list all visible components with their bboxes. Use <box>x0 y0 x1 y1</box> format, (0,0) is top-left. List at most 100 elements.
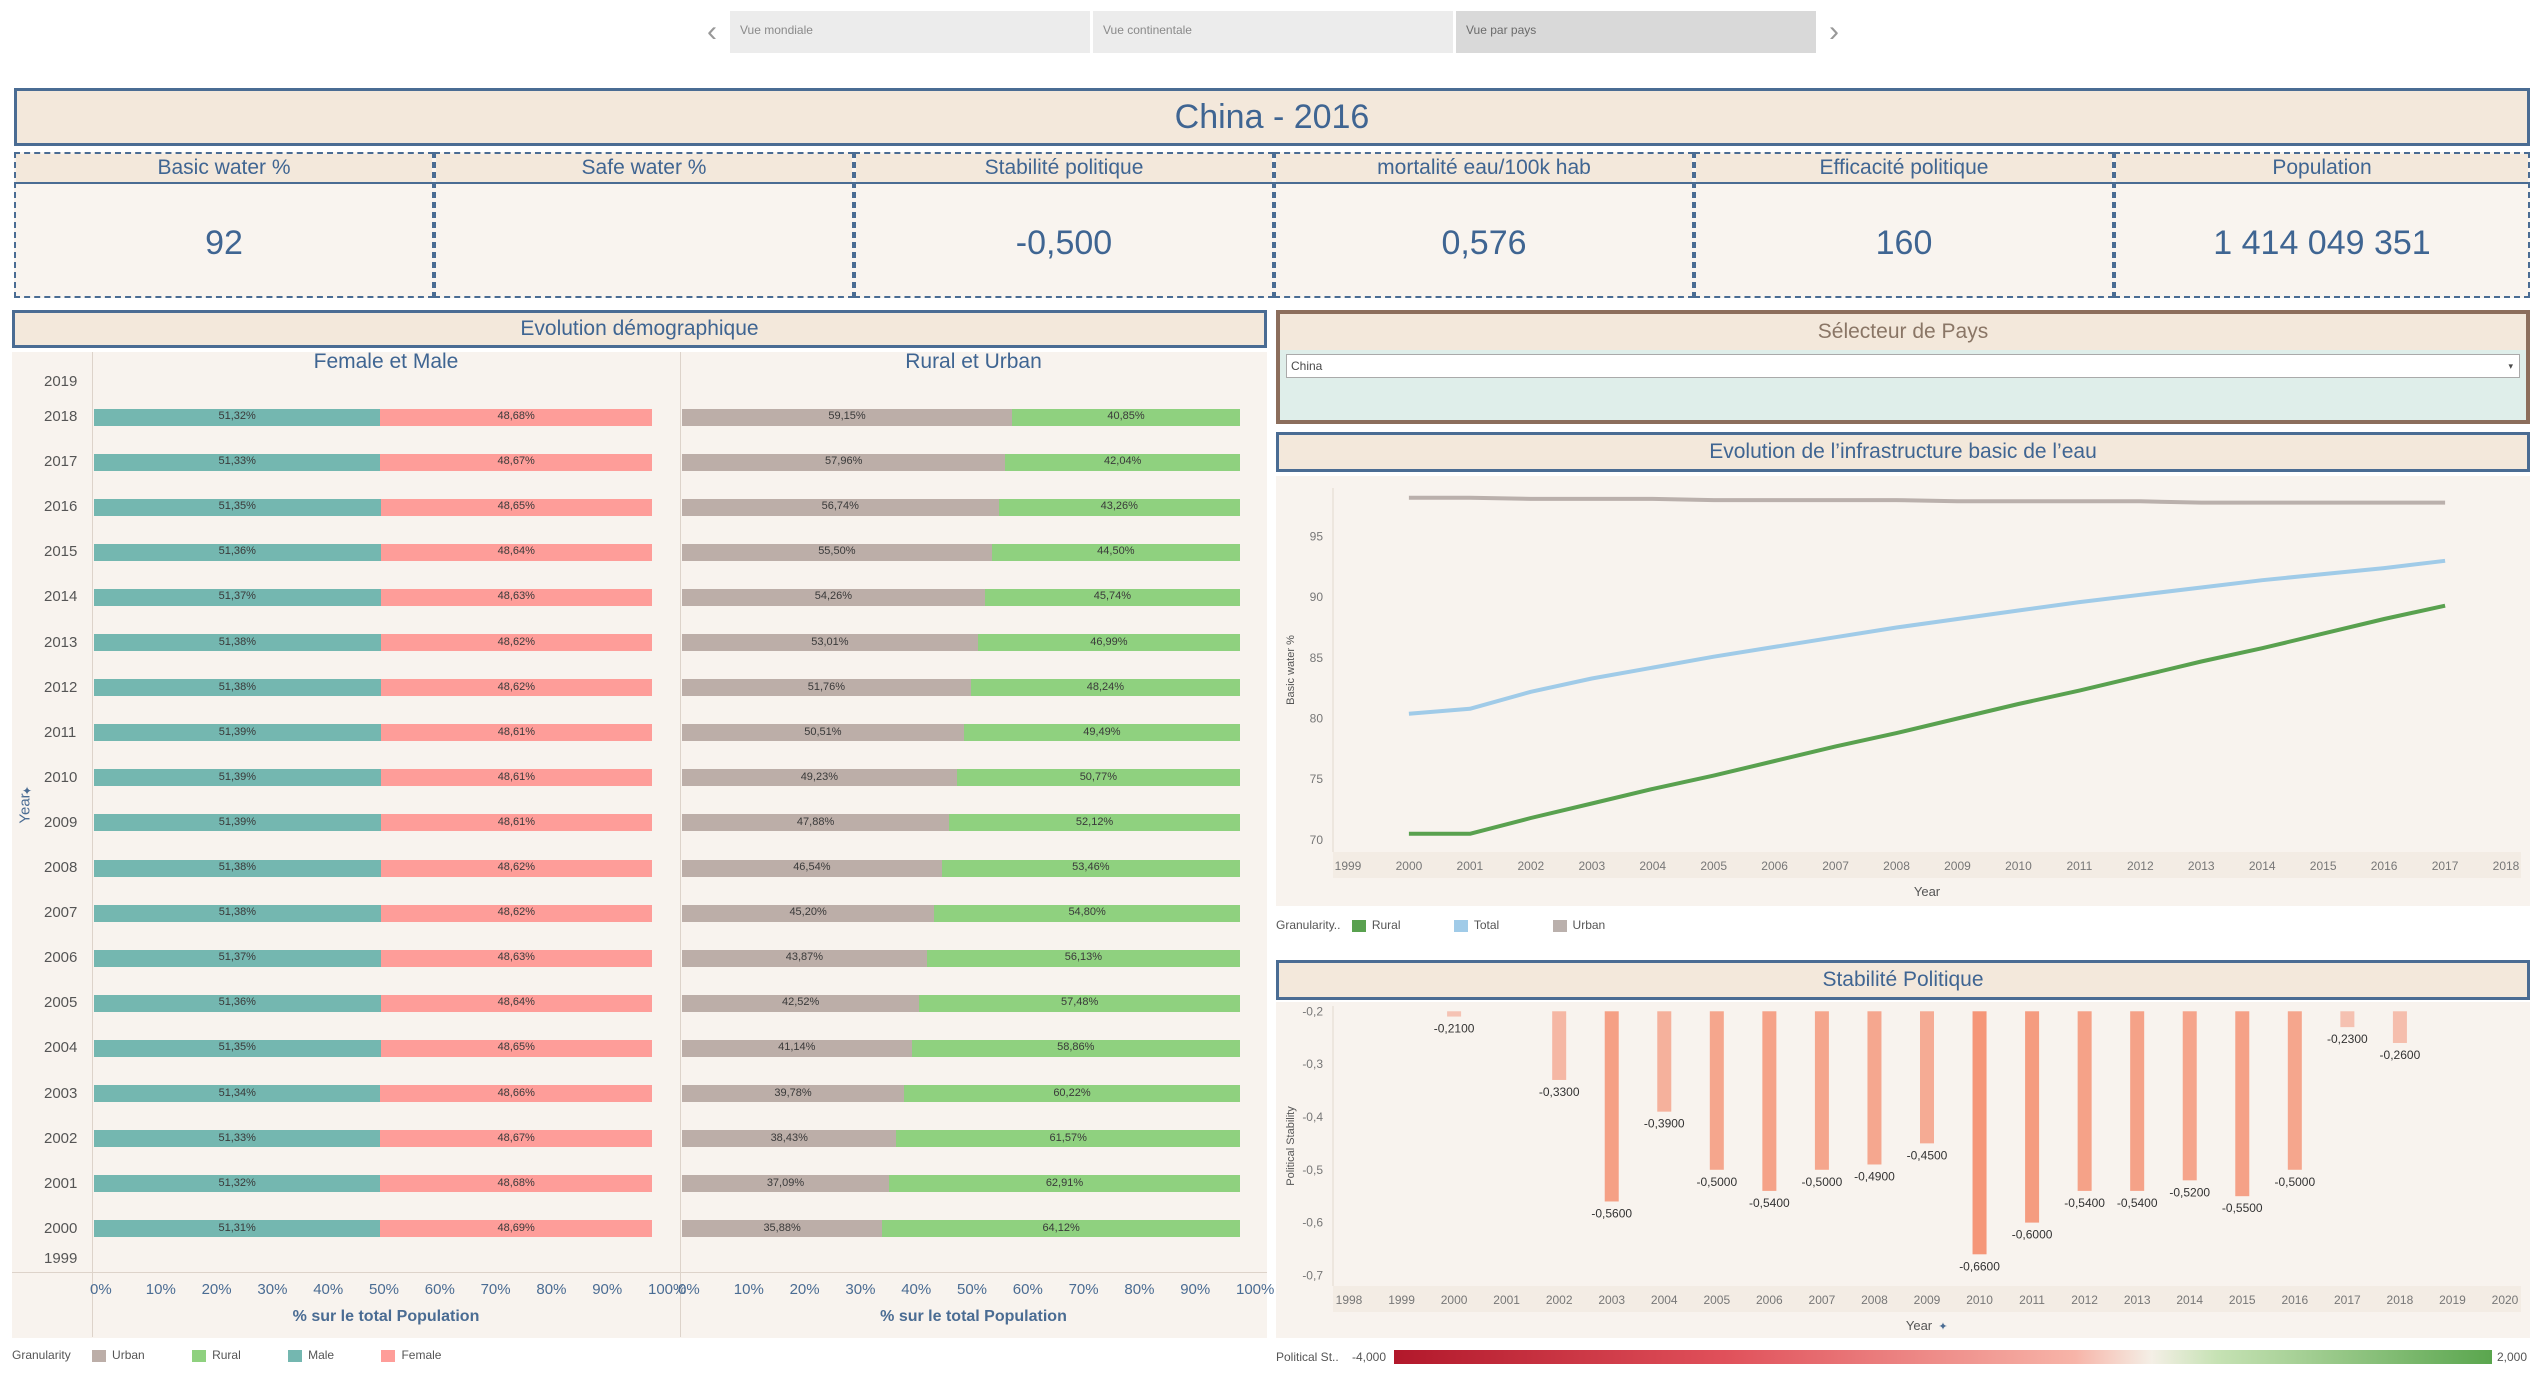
x-tick-label: 2015 <box>2229 1293 2256 1307</box>
bar-value-label: 50,51% <box>804 725 842 738</box>
stability-chart: -0,2 -0,3 -0,4 -0,5 -0,6 -0,7 1998 1999 2000 2001… <box>1285 1004 2521 1333</box>
year-label: 2015 <box>44 543 78 561</box>
x-tick-label: 2015 <box>2310 859 2337 873</box>
year-label: 2000 <box>44 1219 78 1237</box>
chevron-down-icon[interactable]: ▾ <box>2508 355 2513 377</box>
x-tick-label: 2011 <box>2066 859 2092 873</box>
bar <box>2287 1011 2302 1170</box>
bar-value-label: -0,5400 <box>2117 1196 2158 1210</box>
kpi-safe-water: Safe water % <box>434 152 854 298</box>
year-label: 2001 <box>44 1174 78 1192</box>
kpi-value: 160 <box>1875 224 1933 262</box>
bar-value-label: 48,66% <box>497 1086 535 1099</box>
tab-vue-mondiale[interactable]: Vue mondiale <box>730 11 1090 53</box>
bar-value-label: 38,43% <box>770 1131 808 1144</box>
bar-value-label: 51,38% <box>218 861 256 873</box>
y-tick-label: -0,7 <box>1302 1268 1323 1282</box>
x-tick-label: 2005 <box>1700 859 1727 873</box>
chevron-left-icon[interactable]: ‹ <box>700 14 724 50</box>
year-label: 2009 <box>44 813 78 831</box>
bar <box>2025 1011 2040 1223</box>
x-tick-label: 2004 <box>1639 859 1666 873</box>
y-tick-label: -0,3 <box>1302 1057 1323 1071</box>
plot-area <box>1333 488 2521 852</box>
kpi-value: 92 <box>205 224 243 262</box>
legend-rural[interactable]: Rural <box>192 1348 241 1362</box>
x-tick-label: 50% <box>369 1281 400 1298</box>
country-select[interactable]: China ▾ <box>1286 354 2520 378</box>
bar <box>2340 1011 2355 1028</box>
tab-vue-continentale[interactable]: Vue continentale <box>1093 11 1453 53</box>
y-tick-label: -0,2 <box>1302 1004 1323 1018</box>
bar <box>1762 1011 1777 1191</box>
kpi-value: 0,576 <box>1441 224 1527 262</box>
demo-year-2019: 2019 <box>44 373 78 390</box>
x-tick-label: 1999 <box>1388 1293 1415 1307</box>
x-tick-label: 1999 <box>1335 859 1362 873</box>
selector-panel: Sélecteur de Pays China ▾ <box>1276 310 2530 424</box>
x-tick-label: 2008 <box>1861 1293 1888 1307</box>
bar-value-label: 50,77% <box>1079 770 1117 783</box>
bar <box>1972 1011 1987 1255</box>
chevron-right-icon[interactable]: › <box>1822 14 1846 50</box>
bar-value-label: -0,4500 <box>1907 1148 1948 1162</box>
bar-value-label: 48,62% <box>497 680 535 693</box>
stability-color-max: 2,000 <box>2497 1350 2528 1364</box>
bar-value-label: 51,34% <box>218 1086 256 1099</box>
bar-value-label: 48,62% <box>497 861 535 873</box>
x-tick-label: 2013 <box>2188 859 2215 873</box>
bar-value-label: -0,5000 <box>2274 1175 2315 1189</box>
bar-value-label: -0,2600 <box>2380 1048 2421 1062</box>
x-tick-label: 20% <box>201 1281 232 1298</box>
bar <box>1814 1011 1829 1170</box>
x-axis-title: Year <box>1914 884 1941 899</box>
x-tick-label: 2018 <box>2493 859 2520 873</box>
legend-urban[interactable]: Urban <box>92 1348 145 1362</box>
bar-value-label: 48,68% <box>497 1176 535 1189</box>
legend-rural[interactable]: Rural <box>1351 918 1401 932</box>
bar-value-label: -0,5200 <box>2169 1185 2210 1199</box>
y-tick-label: 70 <box>1310 833 1324 847</box>
bar-value-label: 51,37% <box>218 951 256 964</box>
bar-value-label: 51,35% <box>218 1041 256 1054</box>
pin-icon: ✦ <box>22 784 33 798</box>
x-tick-label: 2008 <box>1883 859 1910 873</box>
x-tick-label: 2010 <box>1966 1293 1993 1307</box>
year-label: 2016 <box>44 498 78 516</box>
bar-value-label: 51,32% <box>218 410 256 422</box>
water-legend: Granularity.. Rural Total Urban <box>1276 918 1605 932</box>
bar <box>2235 1011 2250 1197</box>
kpi-label: Efficacité politique <box>1696 154 2112 184</box>
x-tick-label: 2005 <box>1703 1293 1730 1307</box>
tab-vue-par-pays[interactable]: Vue par pays <box>1456 11 1816 53</box>
bar-value-label: -0,5400 <box>2064 1196 2105 1210</box>
bar-value-label: 47,88% <box>796 815 835 828</box>
bar-value-label: 43,87% <box>785 951 824 964</box>
x-tick-label: 0% <box>90 1281 112 1298</box>
x-tick-label: 2000 <box>1396 859 1423 873</box>
bar-value-label: 46,54% <box>793 861 831 873</box>
bar-value-label: -0,5400 <box>1749 1196 1790 1210</box>
page-title: China - 2016 <box>14 88 2530 146</box>
legend-swatch <box>192 1349 207 1362</box>
bar-value-label: 48,61% <box>497 815 536 828</box>
x-tick-label: 2003 <box>1598 1293 1625 1307</box>
x-tick-label: 90% <box>1180 1281 1211 1298</box>
legend-urban[interactable]: Urban <box>1552 918 1605 932</box>
selector-header: Sélecteur de Pays <box>1280 314 2526 350</box>
bar-value-label: 48,67% <box>497 455 535 468</box>
legend-male[interactable]: Male <box>288 1348 334 1362</box>
bar-value-label: 51,38% <box>218 635 256 648</box>
bar-value-label: 49,49% <box>1083 725 1121 738</box>
x-tick-label: 2019 <box>2439 1293 2466 1307</box>
bar-value-label: 48,62% <box>497 635 535 648</box>
bar-value-label: 48,63% <box>497 590 535 603</box>
legend-total[interactable]: Total <box>1453 918 1499 932</box>
legend-swatch <box>288 1349 303 1362</box>
year-label: 2006 <box>44 949 78 967</box>
x-tick-label: 40% <box>901 1281 932 1298</box>
legend-female[interactable]: Female <box>381 1348 441 1362</box>
x-tick-label: 2017 <box>2432 859 2459 873</box>
year-label: 2008 <box>44 859 78 876</box>
stability-color-legend-title: Political St.. <box>1276 1350 1339 1364</box>
